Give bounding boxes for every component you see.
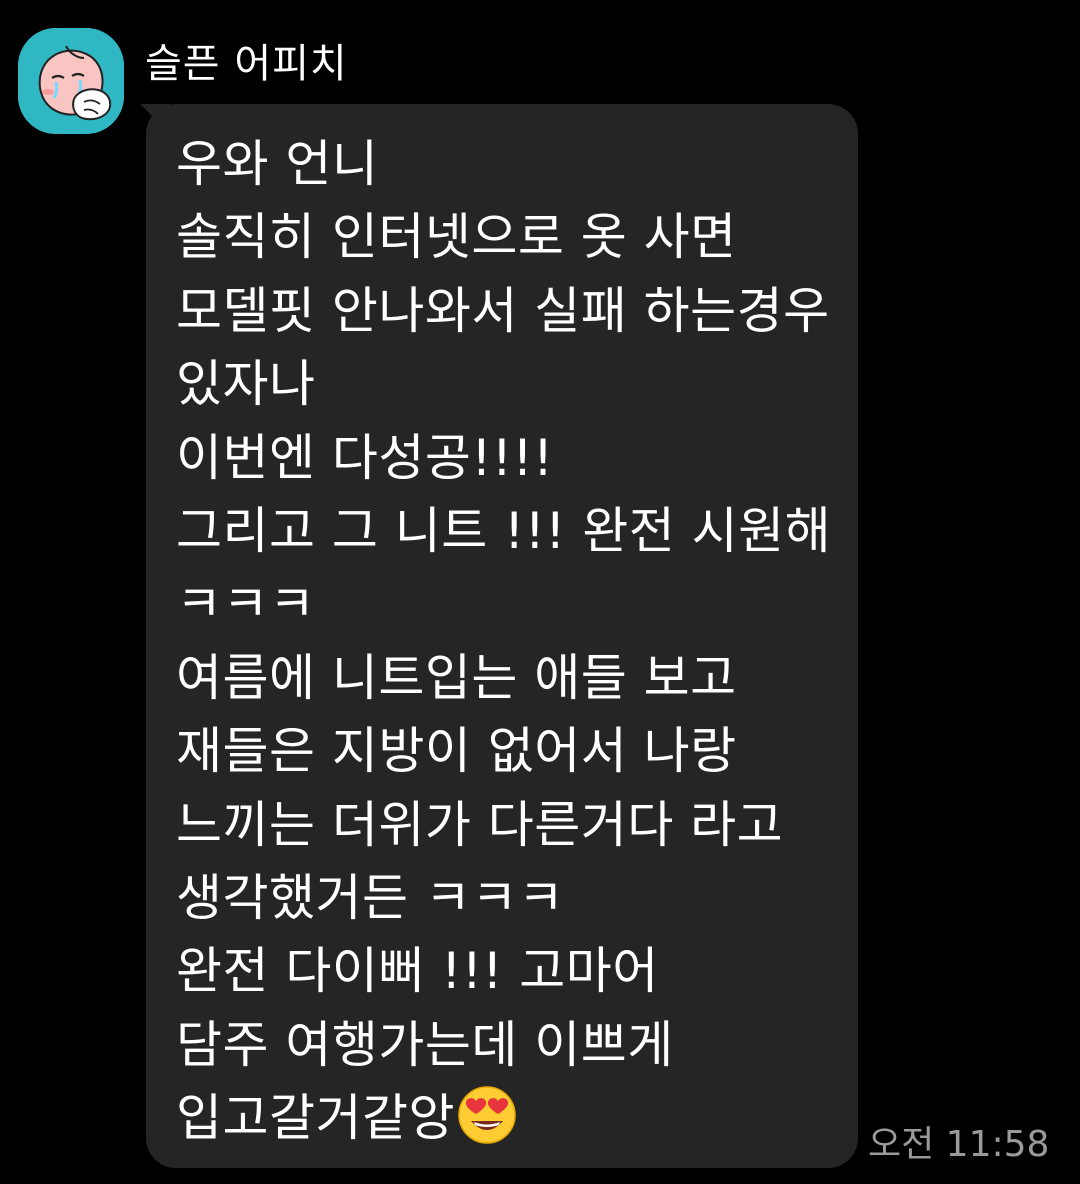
message-line: 그리고 그 니트 !!! 완전 시원해 — [176, 502, 832, 561]
message-line: 이번엔 다성공!!!! — [176, 428, 554, 487]
message-line: 모델핏 안나와서 실패 하는경우 — [176, 281, 830, 340]
message-line-last: 입고갈거같앙 — [176, 1082, 838, 1155]
message-line: 느끼는 더위가 다른거다 라고 — [176, 795, 784, 854]
message-line: 완전 다이뻐 !!! 고마어 — [176, 942, 659, 1001]
message-line-text: 입고갈거같앙 — [176, 1089, 455, 1148]
sender-name: 슬픈 어피치 — [145, 41, 348, 87]
message-line: 있자나 — [176, 355, 316, 414]
crying-peach-avatar-icon[interactable] — [18, 28, 124, 134]
message-line: 생각했거든 ㅋㅋㅋ — [176, 869, 565, 928]
message-line: 우와 언니 — [176, 135, 379, 193]
message-bubble[interactable]: 우와 언니 솔직히 인터넷으로 옷 사면 모델핏 안나와서 실패 하는경우 있자… — [146, 104, 858, 1168]
message-line: ㅋㅋㅋ — [176, 575, 316, 634]
message-line: 여름에 니트입는 애들 보고 — [176, 648, 737, 707]
message-line: 재들은 지방이 없어서 나랑 — [176, 722, 737, 781]
heart-eyes-emoji-icon — [457, 1085, 517, 1145]
message-timestamp: 오전 11:58 — [868, 1124, 1050, 1165]
message-line: 솔직히 인터넷으로 옷 사면 — [176, 208, 737, 267]
message-line: 담주 여행가는데 이쁘게 — [176, 1015, 674, 1074]
